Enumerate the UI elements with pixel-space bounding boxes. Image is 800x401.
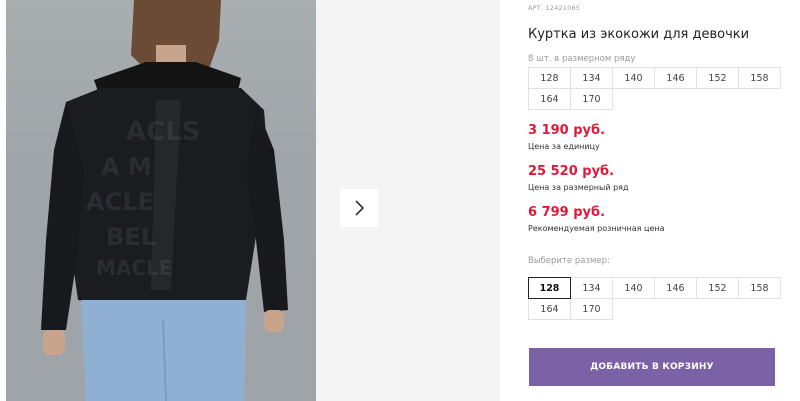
size-option-140[interactable]: 140 (612, 277, 655, 299)
size-range-note: 8 шт. в размерном ряду (528, 54, 636, 64)
size-option-146[interactable]: 146 (654, 277, 697, 299)
range-price-label: Цена за размерный ряд (528, 183, 629, 192)
unit-price: 3 190 руб. (528, 123, 606, 138)
svg-text:ACLE: ACLE (86, 188, 154, 216)
size-range-cell: 170 (570, 88, 613, 110)
size-range-cell: 134 (570, 67, 613, 89)
size-range-cell: 140 (612, 67, 655, 89)
retail-price-label: Рекомендуемая розничная цена (528, 224, 665, 233)
product-photo: ACLS A M ACLE BEL MACLE (6, 0, 316, 401)
size-option-152[interactable]: 152 (696, 277, 739, 299)
size-option-170[interactable]: 170 (570, 298, 613, 320)
size-option-134[interactable]: 134 (570, 277, 613, 299)
add-to-cart-button[interactable]: ДОБАВИТЬ В КОРЗИНУ (529, 348, 775, 386)
range-price: 25 520 руб. (528, 164, 615, 179)
svg-text:BEL: BEL (106, 223, 156, 251)
size-option-128[interactable]: 128 (528, 277, 571, 299)
size-range-grid: 128 134 140 146 152 158 164 170 (528, 67, 781, 110)
size-option-164[interactable]: 164 (528, 298, 571, 320)
unit-price-label: Цена за единицу (528, 142, 600, 151)
size-range-cell: 152 (696, 67, 739, 89)
size-option-158[interactable]: 158 (738, 277, 781, 299)
size-select-label: Выберите размер: (528, 256, 610, 266)
retail-price: 6 799 руб. (528, 205, 606, 220)
size-range-cell: 164 (528, 88, 571, 110)
product-sku: АРТ. 12421065 (528, 4, 581, 12)
jacket-image: ACLS A M ACLE BEL MACLE (41, 0, 288, 401)
size-range-cell: 146 (654, 67, 697, 89)
gallery-next-button[interactable] (340, 189, 378, 227)
svg-text:A M: A M (101, 153, 152, 181)
size-selector: 128 134 140 146 152 158 164 170 (528, 277, 781, 320)
size-range-cell: 128 (528, 67, 571, 89)
chevron-right-icon (355, 200, 365, 216)
size-range-cell: 158 (738, 67, 781, 89)
product-title: Куртка из экокожи для девочки (528, 27, 750, 42)
